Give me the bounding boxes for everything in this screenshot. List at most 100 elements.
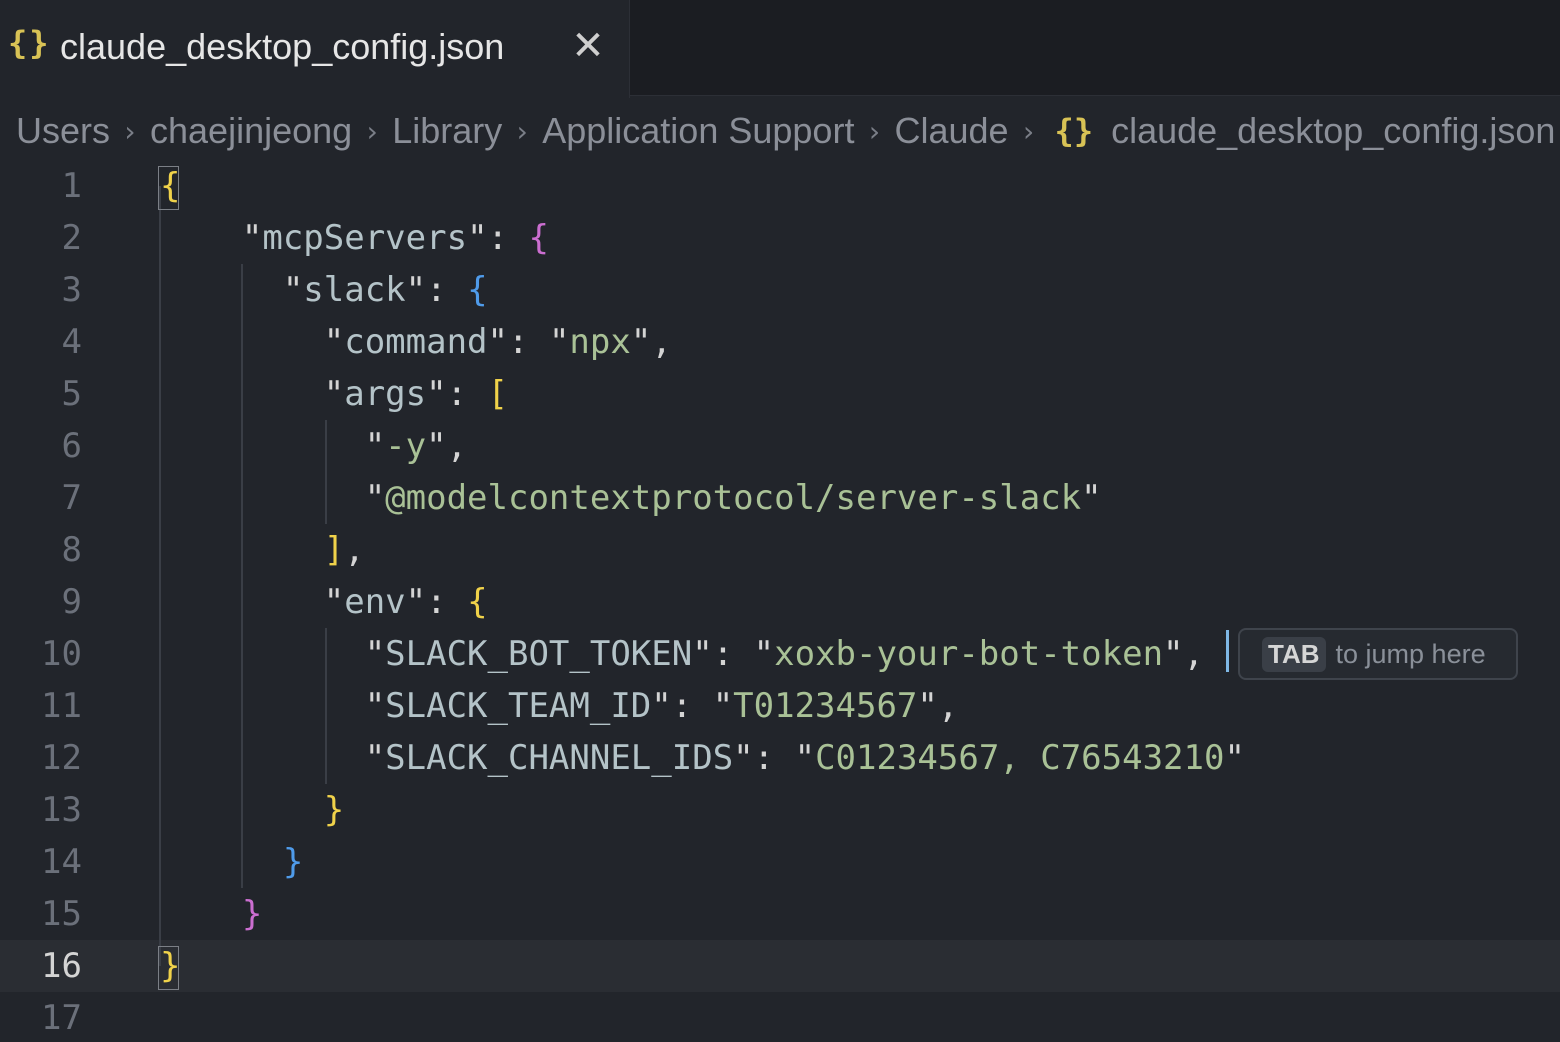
breadcrumb-item-user[interactable]: chaejinjeong <box>150 110 352 152</box>
code-token: SLACK_BOT_TOKEN <box>385 634 693 674</box>
code-token: mcpServers <box>262 218 468 258</box>
tab-key-badge: TAB <box>1262 636 1326 672</box>
code-line[interactable]: 2 "mcpServers": { <box>0 212 1560 264</box>
code-token: -y <box>385 426 427 466</box>
tab-title: claude_desktop_config.json <box>60 26 505 67</box>
tab-jump-hint[interactable]: TAB to jump here <box>1238 628 1518 680</box>
breadcrumb-item-users[interactable]: Users <box>16 110 110 152</box>
line-number: 13 <box>41 790 82 830</box>
code-token: ": " <box>651 686 734 726</box>
code-token: " <box>160 582 345 622</box>
code-text: "args": [ <box>160 368 508 420</box>
hint-text: to jump here <box>1335 638 1486 669</box>
line-number: 3 <box>61 270 82 310</box>
code-line[interactable]: 5 "args": [ <box>0 368 1560 420</box>
code-token: " <box>160 322 345 362</box>
code-token: " <box>160 426 386 466</box>
chevron-right-icon: › <box>124 114 136 148</box>
matching-bracket-highlight <box>158 166 179 210</box>
code-line[interactable]: 16} <box>0 940 1560 992</box>
code-line[interactable]: 12 "SLACK_CHANNEL_IDS": "C01234567, C765… <box>0 732 1560 784</box>
code-line[interactable]: 7 "@modelcontextprotocol/server-slack" <box>0 472 1560 524</box>
code-token: ] <box>323 530 345 570</box>
code-text: "SLACK_CHANNEL_IDS": "C01234567, C765432… <box>160 732 1245 784</box>
code-token: npx <box>569 322 631 362</box>
indent-guide <box>325 628 327 784</box>
code-token: " <box>160 270 304 310</box>
code-token: " <box>160 374 345 414</box>
code-line[interactable]: 13 } <box>0 784 1560 836</box>
tab-claude-desktop-config[interactable]: {} claude_desktop_config.json ✕ <box>0 0 630 98</box>
code-text: "mcpServers": { <box>160 212 549 264</box>
line-number: 7 <box>61 478 82 518</box>
code-token: env <box>344 582 406 622</box>
code-text: ], <box>160 524 365 576</box>
code-token: ", <box>630 322 672 362</box>
breadcrumb: Users › chaejinjeong › Library › Applica… <box>16 106 1555 156</box>
line-number: 11 <box>41 686 82 726</box>
code-text: } <box>160 784 344 836</box>
line-number: 12 <box>41 738 82 778</box>
chevron-right-icon: › <box>516 114 528 148</box>
breadcrumb-item-library[interactable]: Library <box>392 110 502 152</box>
code-text: "SLACK_BOT_TOKEN": "xoxb-your-bot-token"… <box>160 628 1204 680</box>
code-text: } <box>160 888 262 940</box>
code-line[interactable]: 1{ <box>0 160 1560 212</box>
code-text: "env": { <box>160 576 488 628</box>
code-token: " <box>160 738 386 778</box>
code-token: ", <box>426 426 468 466</box>
code-token: ": <box>426 374 488 414</box>
code-token: , <box>344 530 365 570</box>
line-number: 15 <box>41 894 82 934</box>
code-line[interactable]: 17 <box>0 992 1560 1042</box>
code-line[interactable]: 6 "-y", <box>0 420 1560 472</box>
code-token: command <box>344 322 488 362</box>
line-number: 14 <box>41 842 82 882</box>
breadcrumb-item-file[interactable]: claude_desktop_config.json <box>1111 110 1555 152</box>
code-text: "-y", <box>160 420 467 472</box>
breadcrumb-item-application-support[interactable]: Application Support <box>542 110 854 152</box>
code-token: } <box>323 790 345 830</box>
code-token: { <box>467 582 488 622</box>
line-number: 9 <box>61 582 82 622</box>
code-token: ", <box>917 686 959 726</box>
code-line[interactable]: 9 "env": { <box>0 576 1560 628</box>
code-line[interactable]: 4 "command": "npx", <box>0 316 1560 368</box>
code-token: [ <box>487 374 509 414</box>
line-number: 8 <box>61 530 82 570</box>
code-line[interactable]: 15 } <box>0 888 1560 940</box>
code-token: ": <box>467 218 529 258</box>
code-token: } <box>282 842 304 882</box>
code-token: " <box>160 634 386 674</box>
code-token: T01234567 <box>733 686 918 726</box>
matching-bracket-highlight <box>158 946 179 990</box>
close-icon[interactable]: ✕ <box>570 24 606 68</box>
chevron-right-icon: › <box>1022 114 1035 148</box>
line-number: 1 <box>61 166 82 206</box>
code-token: slack <box>303 270 406 310</box>
code-line[interactable]: 8 ], <box>0 524 1560 576</box>
line-number: 17 <box>41 998 82 1038</box>
code-line[interactable]: 14 } <box>0 836 1560 888</box>
line-number: 5 <box>61 374 82 414</box>
code-line[interactable]: 3 "slack": { <box>0 264 1560 316</box>
line-number: 4 <box>61 322 82 362</box>
code-token: SLACK_CHANNEL_IDS <box>385 738 734 778</box>
chevron-right-icon: › <box>366 114 378 148</box>
code-text: "@modelcontextprotocol/server-slack" <box>160 472 1102 524</box>
indent-guide <box>159 186 161 966</box>
code-text: } <box>160 836 303 888</box>
code-token: " <box>1224 738 1245 778</box>
code-line[interactable]: 11 "SLACK_TEAM_ID": "T01234567", <box>0 680 1560 732</box>
code-editor[interactable]: 17 16} 15 } 14 } 13 } 12 "SLACK_CHANNEL_IDS":… <box>0 160 1560 1042</box>
line-number: 10 <box>41 634 82 674</box>
breadcrumb-item-claude[interactable]: Claude <box>894 110 1008 152</box>
indent-guide <box>325 420 327 524</box>
code-token: ", <box>1163 634 1204 674</box>
code-token: " <box>160 686 386 726</box>
code-text: "SLACK_TEAM_ID": "T01234567", <box>160 680 959 732</box>
code-token: C01234567, C76543210 <box>815 738 1225 778</box>
json-braces-icon: {} <box>1054 112 1094 150</box>
